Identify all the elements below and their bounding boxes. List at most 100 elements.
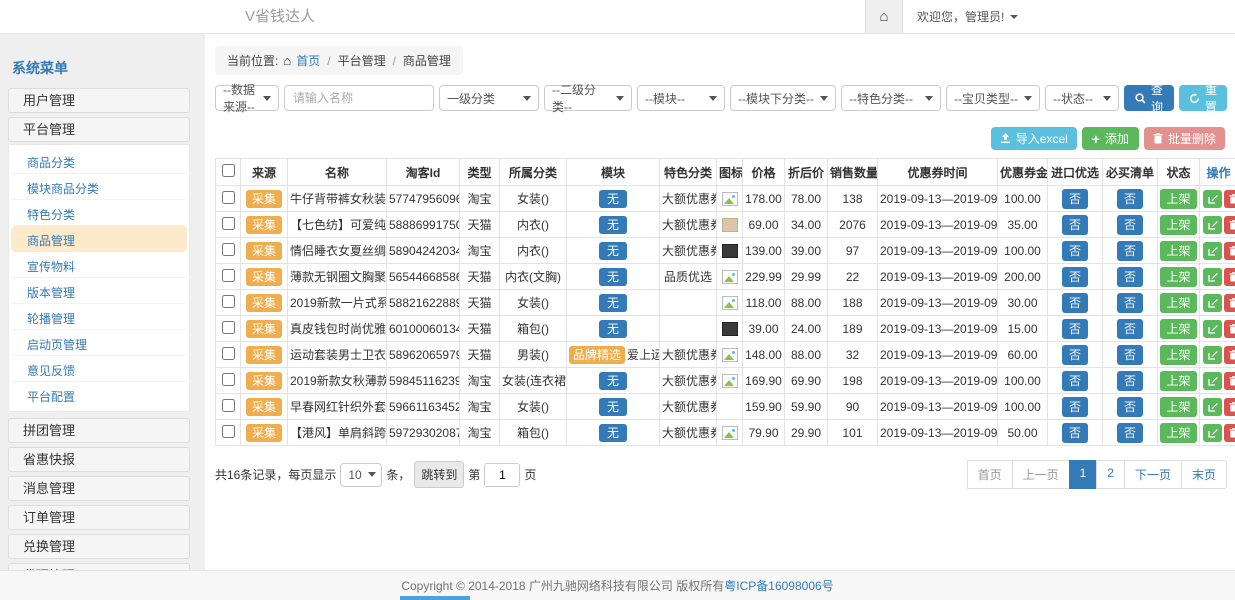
row-checkbox[interactable]	[222, 269, 235, 282]
batch-delete-button[interactable]: 批量删除	[1144, 127, 1225, 150]
must-buy-toggle[interactable]: 否	[1117, 345, 1143, 365]
delete-button[interactable]	[1224, 424, 1235, 442]
sidebar-group-item[interactable]: 平台管理	[8, 117, 190, 142]
edit-button[interactable]	[1203, 190, 1222, 208]
row-checkbox[interactable]	[222, 373, 235, 386]
import-select-toggle[interactable]: 否	[1062, 319, 1088, 339]
status-toggle[interactable]: 上架	[1160, 319, 1196, 339]
delete-button[interactable]	[1224, 398, 1235, 416]
delete-button[interactable]	[1224, 216, 1235, 234]
import-select-toggle[interactable]: 否	[1062, 267, 1088, 287]
edit-button[interactable]	[1203, 372, 1222, 390]
status-toggle[interactable]: 上架	[1160, 267, 1196, 287]
sidebar-group-item[interactable]: 订单管理	[8, 505, 190, 530]
icp-link[interactable]: 粤ICP备16098006号	[724, 579, 833, 593]
status-toggle[interactable]: 上架	[1160, 293, 1196, 313]
must-buy-toggle[interactable]: 否	[1117, 397, 1143, 417]
sidebar-group-item[interactable]: 拼团管理	[8, 418, 190, 443]
status-toggle[interactable]: 上架	[1160, 215, 1196, 235]
import-select-toggle[interactable]: 否	[1062, 345, 1088, 365]
sidebar-submenu-item[interactable]: 商品分类	[11, 148, 187, 174]
page-button[interactable]: 上一页	[1012, 460, 1070, 489]
row-checkbox[interactable]	[222, 295, 235, 308]
sidebar-submenu-item[interactable]: 版本管理	[11, 278, 187, 304]
edit-button[interactable]	[1203, 398, 1222, 416]
page-button[interactable]: 1	[1069, 460, 1098, 489]
delete-button[interactable]	[1224, 242, 1235, 260]
data-source-select[interactable]: --数据来源--	[215, 85, 279, 111]
page-button[interactable]: 下一页	[1124, 460, 1182, 489]
sidebar-submenu-item[interactable]: 宣传物料	[11, 252, 187, 278]
breadcrumb-home-link[interactable]: 首页	[296, 52, 320, 69]
row-checkbox[interactable]	[222, 191, 235, 204]
reset-button[interactable]: 重置	[1179, 85, 1227, 111]
edit-button[interactable]	[1203, 268, 1222, 286]
filter-select[interactable]: --宝贝类型--	[946, 85, 1040, 111]
user-menu[interactable]: 欢迎您，管理员!	[903, 0, 1032, 33]
import-select-toggle[interactable]: 否	[1062, 423, 1088, 443]
row-checkbox[interactable]	[222, 321, 235, 334]
import-select-toggle[interactable]: 否	[1062, 241, 1088, 261]
page-button[interactable]: 末页	[1181, 460, 1227, 489]
sidebar-group-item[interactable]: 省惠快报	[8, 447, 190, 472]
name-search-input[interactable]	[284, 85, 434, 111]
status-toggle[interactable]: 上架	[1160, 189, 1196, 209]
import-excel-button[interactable]: 导入excel	[991, 127, 1077, 150]
page-number-input[interactable]	[484, 463, 520, 487]
sidebar-group-item[interactable]: 消息管理	[8, 476, 190, 501]
must-buy-toggle[interactable]: 否	[1117, 319, 1143, 339]
must-buy-toggle[interactable]: 否	[1117, 215, 1143, 235]
import-select-toggle[interactable]: 否	[1062, 397, 1088, 417]
search-button[interactable]: 查询	[1124, 85, 1174, 111]
edit-button[interactable]	[1203, 320, 1222, 338]
jump-button[interactable]: 跳转到	[414, 461, 464, 488]
page-button[interactable]: 2	[1096, 460, 1125, 489]
sidebar-submenu-item[interactable]: 特色分类	[11, 200, 187, 226]
row-checkbox[interactable]	[222, 217, 235, 230]
per-page-select[interactable]: 10	[340, 463, 382, 487]
must-buy-toggle[interactable]: 否	[1117, 241, 1143, 261]
edit-button[interactable]	[1203, 216, 1222, 234]
sidebar-group-item[interactable]: 用户管理	[8, 88, 190, 113]
filter-select[interactable]: --特色分类--	[841, 85, 941, 111]
edit-button[interactable]	[1203, 424, 1222, 442]
import-select-toggle[interactable]: 否	[1062, 189, 1088, 209]
row-checkbox[interactable]	[222, 399, 235, 412]
edit-button[interactable]	[1203, 294, 1222, 312]
status-toggle[interactable]: 上架	[1160, 371, 1196, 391]
sidebar-submenu-item[interactable]: 意见反馈	[11, 356, 187, 382]
filter-select[interactable]: 一级分类	[439, 85, 539, 111]
must-buy-toggle[interactable]: 否	[1117, 293, 1143, 313]
import-select-toggle[interactable]: 否	[1062, 215, 1088, 235]
delete-button[interactable]	[1224, 346, 1235, 364]
sidebar-submenu-item[interactable]: 轮播管理	[11, 304, 187, 330]
delete-button[interactable]	[1224, 320, 1235, 338]
home-button[interactable]: ⌂	[865, 0, 903, 33]
edit-button[interactable]	[1203, 346, 1222, 364]
select-all-checkbox[interactable]	[222, 164, 235, 177]
delete-button[interactable]	[1224, 372, 1235, 390]
sidebar-submenu-item[interactable]: 启动页管理	[11, 330, 187, 356]
filter-select[interactable]: --模块--	[637, 85, 725, 111]
delete-button[interactable]	[1224, 294, 1235, 312]
row-checkbox[interactable]	[222, 425, 235, 438]
status-toggle[interactable]: 上架	[1160, 423, 1196, 443]
must-buy-toggle[interactable]: 否	[1117, 423, 1143, 443]
delete-button[interactable]	[1224, 190, 1235, 208]
filter-select[interactable]: --状态--	[1045, 85, 1119, 111]
filter-select[interactable]: --模块下分类--	[730, 85, 836, 111]
status-toggle[interactable]: 上架	[1160, 241, 1196, 261]
page-button[interactable]: 首页	[967, 460, 1013, 489]
sidebar-group-item[interactable]: 代理管理	[8, 563, 190, 570]
status-toggle[interactable]: 上架	[1160, 345, 1196, 365]
sidebar-submenu-item[interactable]: 商品管理	[11, 226, 187, 252]
import-select-toggle[interactable]: 否	[1062, 293, 1088, 313]
delete-button[interactable]	[1224, 268, 1235, 286]
row-checkbox[interactable]	[222, 347, 235, 360]
status-toggle[interactable]: 上架	[1160, 397, 1196, 417]
sidebar-submenu-item[interactable]: 平台配置	[11, 382, 187, 408]
edit-button[interactable]	[1203, 242, 1222, 260]
add-button[interactable]: + 添加	[1082, 127, 1139, 150]
sidebar-submenu-item[interactable]: 模块商品分类	[11, 174, 187, 200]
import-select-toggle[interactable]: 否	[1062, 371, 1088, 391]
